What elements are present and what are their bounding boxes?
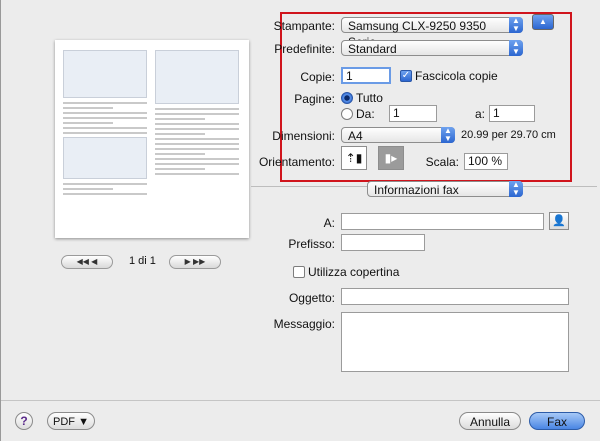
question-icon: ?: [20, 414, 28, 428]
presets-value: Standard: [348, 42, 397, 56]
help-button[interactable]: ?: [15, 412, 33, 430]
pages-all-radio[interactable]: [341, 92, 353, 104]
pages-label: Pagine:: [294, 92, 335, 106]
person-icon: 👤: [552, 215, 566, 227]
footer-divider: [1, 400, 600, 401]
page-preview: [55, 40, 249, 238]
portrait-orientation-button[interactable]: ⇡▮: [341, 146, 367, 170]
pages-all-label: Tutto: [356, 91, 383, 105]
collate-checkbox[interactable]: ✓: [400, 70, 412, 82]
fax-message-label: Messaggio:: [273, 317, 335, 331]
preview-column-right: [155, 50, 239, 228]
fax-subject-input[interactable]: [341, 288, 569, 305]
next-page-button[interactable]: ▶ ▶▶: [169, 255, 221, 269]
pages-to-input[interactable]: 1: [489, 105, 535, 122]
fax-prefix-input[interactable]: [341, 234, 425, 251]
presets-label: Predefinite:: [274, 42, 335, 56]
section-value: Informazioni fax: [374, 183, 459, 197]
size-label: Dimensioni:: [272, 129, 335, 143]
printer-label: Stampante:: [273, 19, 335, 33]
fax-to-label: A:: [323, 216, 335, 230]
pages-range-radio[interactable]: [341, 108, 353, 120]
fax-message-textarea[interactable]: [341, 312, 569, 372]
orientation-label: Orientamento:: [258, 155, 335, 169]
fax-subject-label: Oggetto:: [288, 291, 335, 305]
preview-column-left: [63, 50, 147, 228]
pdf-button[interactable]: PDF ▼: [47, 412, 95, 430]
pages-to-label: a:: [475, 107, 486, 121]
fax-button[interactable]: Fax: [529, 412, 585, 430]
scale-input[interactable]: 100 %: [464, 153, 508, 170]
collate-label: Fascicola copie: [415, 69, 498, 83]
cover-page-checkbox[interactable]: [293, 266, 305, 278]
prev-page-button[interactable]: ◀◀ ◀: [61, 255, 113, 269]
fax-prefix-label: Prefisso:: [288, 237, 335, 251]
scale-label: Scala:: [425, 155, 459, 169]
landscape-orientation-button[interactable]: ▮▸: [378, 146, 404, 170]
landscape-icon: ▮▸: [384, 151, 398, 165]
chevron-updown-icon: ▲ ▼: [509, 40, 523, 56]
presets-select[interactable]: Standard ▲ ▼: [341, 40, 523, 56]
section-select[interactable]: Informazioni fax ▲ ▼: [367, 181, 523, 197]
address-book-button[interactable]: 👤: [549, 212, 569, 230]
cancel-button[interactable]: Annulla: [459, 412, 521, 430]
page-counter: 1 di 1: [129, 255, 156, 267]
copies-label: Copie:: [300, 70, 335, 84]
paper-size-select[interactable]: A4 ▲ ▼: [341, 127, 455, 143]
pages-from-input[interactable]: 1: [389, 105, 437, 122]
fax-to-input[interactable]: [341, 213, 544, 230]
pages-from-label: Da:: [356, 107, 375, 121]
cover-page-label: Utilizza copertina: [308, 265, 400, 279]
printer-select[interactable]: Samsung CLX-9250 9350 Serie... ▲▼: [341, 17, 523, 49]
paper-size-value: A4: [348, 129, 363, 143]
paper-dimensions: 20.99 per 29.70 cm: [461, 129, 556, 141]
portrait-icon: ⇡▮: [345, 151, 363, 165]
chevron-updown-icon: ▲ ▼: [441, 127, 455, 143]
disclosure-icon[interactable]: ▲: [532, 14, 554, 30]
copies-input[interactable]: 1: [341, 67, 391, 84]
chevron-updown-icon: ▲ ▼: [509, 17, 523, 33]
chevron-updown-icon: ▲ ▼: [509, 181, 523, 197]
print-dialog: ◀◀ ◀ 1 di 1 ▶ ▶▶ Stampante: Samsung CLX-…: [0, 0, 600, 441]
